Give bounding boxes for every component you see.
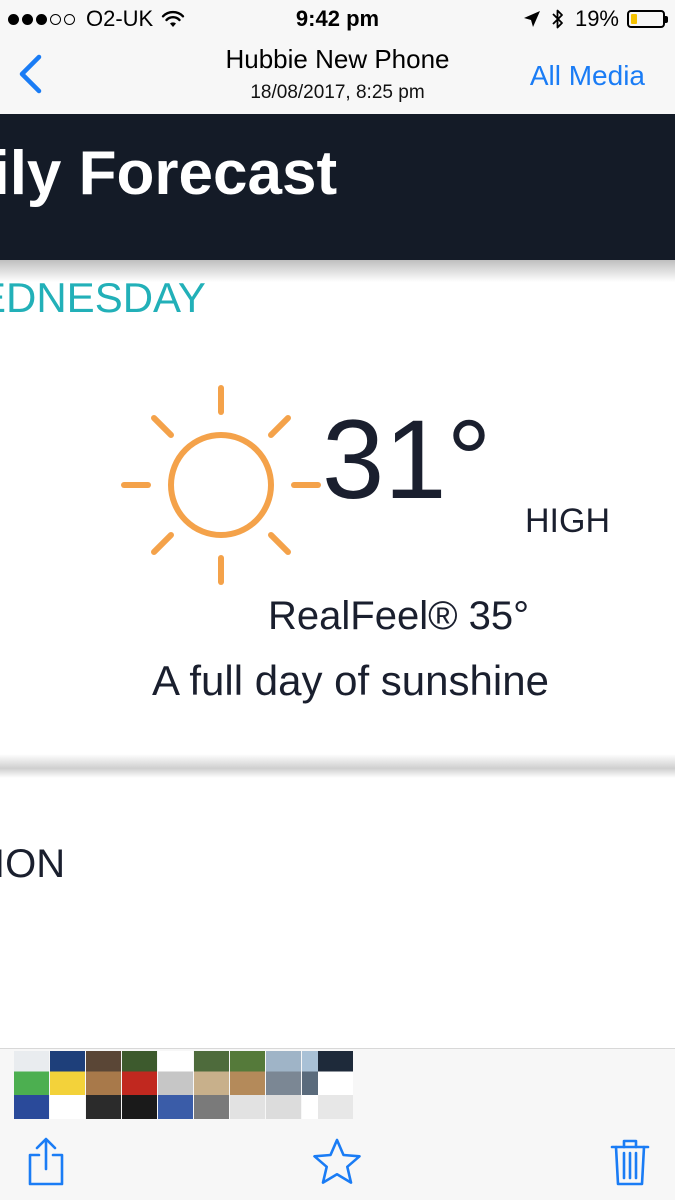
trash-icon	[610, 1139, 650, 1186]
location-arrow-icon	[523, 11, 540, 27]
battery-percent: 19%	[574, 6, 619, 31]
nav-bar: Hubbie New Phone 18/08/2017, 8:25 pm All…	[0, 38, 675, 114]
photo-date: 18/08/2017, 8:25 pm	[250, 82, 425, 103]
thumb-5[interactable]	[158, 1051, 193, 1119]
forecast-phrase: A full day of sunshine	[152, 657, 549, 704]
forecast-title: aily Forecast	[0, 139, 338, 208]
chevron-left-icon	[19, 54, 42, 94]
card-divider	[0, 754, 675, 778]
battery-level	[631, 14, 637, 24]
thumb-8[interactable]	[266, 1051, 301, 1119]
thumb-10-current[interactable]	[318, 1051, 353, 1119]
favorite-button[interactable]	[311, 1136, 363, 1188]
photo-viewer[interactable]: aily Forecast EDNESDAY 31° HIGH RealFeel…	[0, 114, 675, 1048]
share-icon	[28, 1137, 64, 1186]
thumbnail-strip[interactable]	[0, 1048, 675, 1120]
next-section-label: ION	[0, 842, 66, 886]
thumb-2[interactable]	[50, 1051, 85, 1119]
status-bar: O2-UK 9:42 pm 19%	[0, 0, 675, 38]
back-button[interactable]	[10, 52, 50, 96]
thumb-7[interactable]	[230, 1051, 265, 1119]
thumb-3[interactable]	[86, 1051, 121, 1119]
bluetooth-icon	[552, 9, 563, 29]
star-icon	[313, 1138, 361, 1184]
status-right: 19%	[523, 6, 668, 32]
album-title: Hubbie New Phone	[225, 44, 450, 74]
forecast-header: aily Forecast	[0, 114, 675, 260]
thumb-6[interactable]	[194, 1051, 229, 1119]
bottom-toolbar	[0, 1120, 675, 1200]
day-label: EDNESDAY	[0, 274, 206, 321]
sun-icon	[121, 385, 321, 585]
thumb-1[interactable]	[14, 1051, 49, 1119]
delete-button[interactable]	[604, 1136, 656, 1188]
realfeel-temperature: RealFeel® 35°	[268, 594, 530, 638]
all-media-button[interactable]: All Media	[530, 60, 645, 92]
battery-icon	[627, 10, 668, 28]
temperature-value: 31°	[322, 397, 492, 522]
share-button[interactable]	[20, 1136, 72, 1188]
thumb-4[interactable]	[122, 1051, 157, 1119]
temperature-label: HIGH	[525, 502, 610, 540]
